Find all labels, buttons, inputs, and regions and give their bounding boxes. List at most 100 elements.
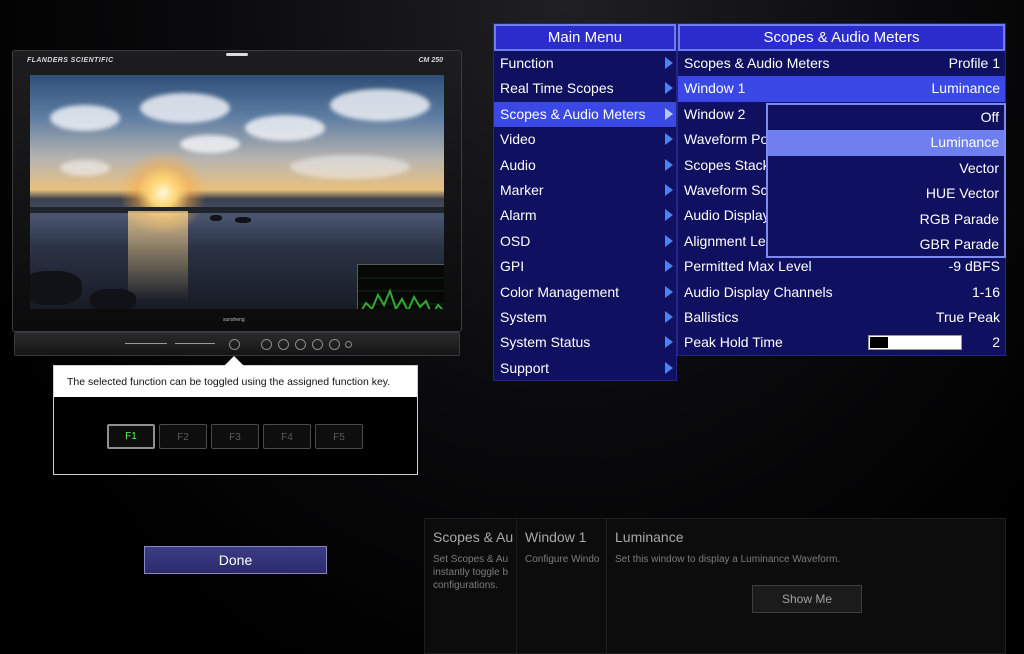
tooltip-text: The selected function can be toggled usi…	[54, 366, 417, 397]
menu-item-label: Video	[500, 131, 536, 148]
monitor-button-bar	[14, 332, 460, 356]
chevron-right-icon	[665, 285, 673, 298]
done-button[interactable]: Done	[144, 546, 327, 574]
monitor-lower-label: sunsheng	[223, 317, 245, 323]
function-key-f2[interactable]: F2	[159, 424, 207, 449]
help-line: Set Scopes & Au	[433, 554, 509, 565]
chevron-right-icon	[665, 361, 673, 374]
menu-item-label: System Status	[500, 334, 591, 351]
function-key-f5[interactable]: F5	[315, 424, 363, 449]
row-value: Profile 1	[948, 55, 1000, 71]
menu-item-video[interactable]: Video	[494, 127, 676, 152]
menu-item-label: Scopes & Audio Meters	[500, 105, 646, 122]
submenu-row-ballistics[interactable]: Ballistics True Peak	[678, 305, 1005, 330]
chevron-right-icon	[665, 209, 673, 222]
help-panel-title: Window 1	[525, 529, 587, 545]
help-panel-luminance: Luminance Set this window to display a L…	[606, 518, 1006, 654]
menu-item-osd[interactable]: OSD	[494, 229, 676, 254]
function-key-tooltip: The selected function can be toggled usi…	[53, 356, 418, 475]
row-label: Ballistics	[684, 308, 739, 325]
function-key-f1[interactable]: F1	[107, 424, 155, 449]
row-label: Waveform Po	[684, 131, 769, 148]
menu-item-alarm[interactable]: Alarm	[494, 203, 676, 228]
help-panel-scopes: Scopes & Au Set Scopes & Au instantly to…	[424, 518, 520, 654]
help-line: configurations.	[433, 580, 499, 591]
menu-item-marker[interactable]: Marker	[494, 178, 676, 203]
menu-item-scopes-audio-meters[interactable]: Scopes & Audio Meters	[494, 101, 676, 128]
chevron-right-icon	[665, 107, 673, 120]
menu-item-label: Color Management	[500, 283, 620, 300]
monitor-bezel: FLANDERS SCIENTIFIC CM 250 sunsheng	[12, 50, 462, 332]
menu-item-gpi[interactable]: GPI	[494, 254, 676, 279]
monitor-screen	[30, 75, 444, 309]
waveform-inset	[357, 264, 444, 309]
row-label: Waveform Sc	[684, 181, 768, 198]
dropdown-option-rgb-parade[interactable]: RGB Parade	[768, 207, 1004, 232]
row-label: Window 1	[684, 80, 746, 97]
menu-item-audio[interactable]: Audio	[494, 153, 676, 178]
menu-item-label: Real Time Scopes	[500, 80, 614, 97]
function-key-f4[interactable]: F4	[263, 424, 311, 449]
submenu-title: Scopes & Audio Meters	[678, 24, 1005, 51]
main-menu: Main Menu Function Real Time Scopes Scop…	[493, 23, 677, 381]
main-menu-title: Main Menu	[494, 24, 676, 51]
dropdown-option-gbr-parade[interactable]: GBR Parade	[768, 232, 1004, 257]
peak-hold-slider[interactable]	[868, 335, 962, 351]
menu-item-system[interactable]: System	[494, 305, 676, 330]
chevron-right-icon	[665, 158, 673, 171]
peak-hold-slider-fill	[870, 337, 888, 349]
show-me-button[interactable]: Show Me	[752, 585, 862, 613]
function-key-f3[interactable]: F3	[211, 424, 259, 449]
help-line: Set this window to display a Luminance W…	[615, 554, 841, 565]
dropdown-option-luminance[interactable]: Luminance	[768, 130, 1004, 156]
menu-item-real-time-scopes[interactable]: Real Time Scopes	[494, 76, 676, 101]
help-panel-title: Luminance	[615, 529, 684, 545]
chevron-right-icon	[665, 57, 673, 69]
row-value: True Peak	[935, 308, 1000, 325]
menu-item-support[interactable]: Support	[494, 356, 676, 381]
dropdown-option-vector[interactable]: Vector	[768, 156, 1004, 181]
menu-item-label: Alarm	[500, 207, 537, 224]
submenu-row-audio-display-channels[interactable]: Audio Display Channels 1-16	[678, 280, 1005, 305]
chevron-right-icon	[665, 82, 673, 95]
menu-item-color-management[interactable]: Color Management	[494, 280, 676, 305]
menu-item-label: Marker	[500, 181, 544, 198]
row-value: Luminance	[931, 80, 1001, 97]
chevron-right-icon	[665, 183, 673, 196]
sun-reflection	[128, 211, 188, 301]
monitor-brand: FLANDERS SCIENTIFIC	[27, 57, 114, 64]
submenu-row-peak-hold-time[interactable]: Peak Hold Time 2	[678, 330, 1005, 355]
monitor-image: FLANDERS SCIENTIFIC CM 250 sunsheng	[12, 50, 462, 358]
chevron-right-icon	[665, 234, 673, 247]
row-label: Peak Hold Time	[684, 334, 783, 351]
tooltip-arrow	[224, 356, 244, 366]
chevron-right-icon	[665, 310, 673, 323]
help-panel-description: Set this window to display a Luminance W…	[615, 553, 840, 566]
menu-item-system-status[interactable]: System Status	[494, 330, 676, 355]
dropdown-option-hue-vector[interactable]: HUE Vector	[768, 181, 1004, 206]
row-label: Audio Display	[684, 207, 770, 224]
monitor-notch	[226, 53, 248, 56]
row-label: Audio Display Channels	[684, 283, 833, 300]
submenu-row-window-1[interactable]: Window 1 Luminance	[678, 76, 1005, 102]
dropdown-option-off[interactable]: Off	[768, 105, 1004, 130]
menu-item-label: OSD	[500, 232, 531, 249]
menu-item-label: GPI	[500, 258, 525, 275]
row-value: 1-16	[971, 283, 1000, 300]
chevron-right-icon	[665, 336, 673, 349]
help-panel-description: Configure Windo	[525, 553, 607, 566]
row-label: Alignment Le	[684, 232, 766, 249]
row-label: Window 2	[684, 105, 746, 122]
help-line: Configure Windo	[525, 554, 600, 565]
submenu-row-profile[interactable]: Scopes & Audio Meters Profile 1	[678, 51, 1005, 76]
menu-item-label: Support	[500, 359, 550, 376]
row-value: 2	[992, 334, 1000, 351]
help-panel-window-1: Window 1 Configure Windo	[516, 518, 610, 654]
row-label: Scopes Stack	[684, 156, 770, 173]
horizon	[30, 207, 444, 213]
chevron-right-icon	[665, 260, 673, 273]
menu-item-function[interactable]: Function	[494, 51, 676, 76]
row-label: Scopes & Audio Meters	[684, 55, 830, 71]
chevron-right-icon	[665, 133, 673, 146]
help-panel-description: Set Scopes & Au instantly toggle b confi…	[433, 553, 517, 592]
